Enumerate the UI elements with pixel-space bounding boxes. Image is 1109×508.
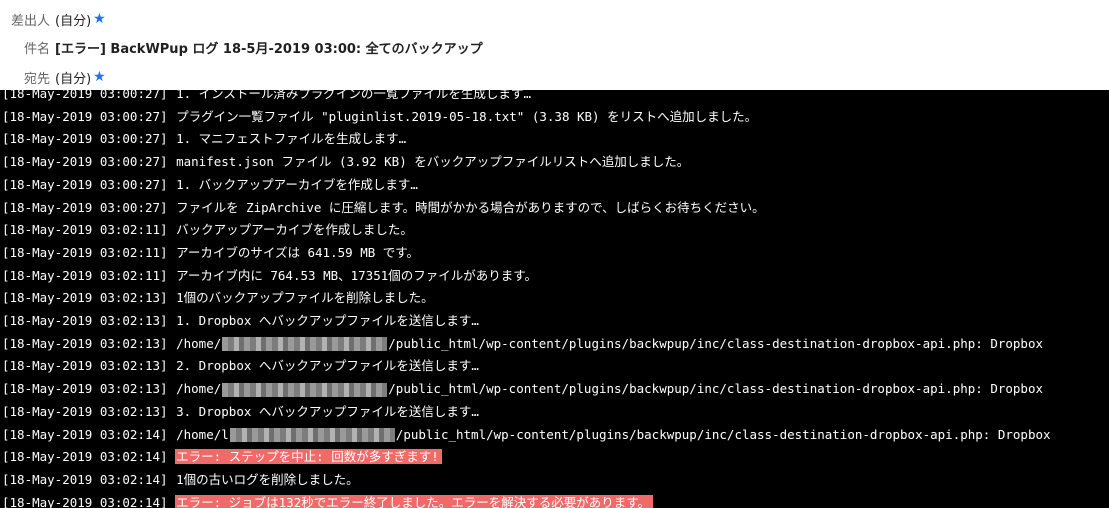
log-timestamp: [18-May-2019 03:00:27] <box>2 108 168 124</box>
log-message: アーカイブ内に 764.53 MB、17351個のファイルがあります。 <box>175 268 540 283</box>
log-line: [18-May-2019 03:02:14] /home/l/public_ht… <box>2 424 1054 446</box>
log-timestamp: [18-May-2019 03:02:13] <box>2 313 168 328</box>
log-output: [18-May-2019 03:00:27] 1. インストール済みプラグインの… <box>0 90 1109 508</box>
log-message: ファイルを ZipArchive に圧縮します。時間がかかる場合がありますので、… <box>175 200 768 215</box>
subject-row: 件名 [エラー] BackWPup ログ 18-5月-2019 03:00: 全… <box>0 36 483 58</box>
log-line: [18-May-2019 03:02:14] 1個の古いログを削除しました。 <box>2 469 362 491</box>
log-message: エラー: ステップを中止: 回数が多すぎます! <box>175 449 442 465</box>
log-message-text: 2. Dropbox へバックアップファイルを送信します… <box>176 358 479 374</box>
log-timestamp: [18-May-2019 03:02:14] <box>2 494 168 508</box>
log-message: エラー: ジョブは132秒でエラー終了しました。エラーを解決する必要があります。 <box>175 494 653 508</box>
log-message-text: 1. マニフェストファイルを生成します… <box>176 131 407 147</box>
from-label: 差出人 <box>10 13 50 29</box>
log-line: [18-May-2019 03:00:27] 1. インストール済みプラグインの… <box>2 90 534 105</box>
log-timestamp: [18-May-2019 03:00:27] <box>2 131 168 147</box>
from-row: 差出人 (自分) ★ <box>0 8 106 30</box>
log-message-text: 1. インストール済みプラグインの一覧ファイルを生成します… <box>176 90 531 101</box>
star-icon[interactable]: ★ <box>93 69 106 85</box>
redacted-path-block <box>229 428 395 442</box>
redacted-path-block <box>222 382 388 397</box>
log-line: [18-May-2019 03:00:27] 1. バックアップアーカイブを作成… <box>2 174 421 196</box>
log-line-error: [18-May-2019 03:02:14] エラー: ステップを中止: 回数が… <box>2 446 442 468</box>
from-value[interactable]: (自分) <box>55 10 91 29</box>
to-row: 宛先 (自分) ★ <box>0 66 106 88</box>
log-message: 1. インストール済みプラグインの一覧ファイルを生成します… <box>175 90 534 101</box>
log-line: [18-May-2019 03:02:11] アーカイブ内に 764.53 MB… <box>2 265 540 287</box>
log-line: [18-May-2019 03:02:13] 1. Dropbox へバックアッ… <box>2 310 482 332</box>
log-message-text: プラグイン一覧ファイル "pluginlist.2019-05-18.txt" … <box>176 108 758 124</box>
log-timestamp: [18-May-2019 03:02:14] <box>2 449 168 465</box>
log-line: [18-May-2019 03:02:11] アーカイブのサイズは 641.59… <box>2 242 422 264</box>
log-timestamp: [18-May-2019 03:02:14] <box>2 426 168 442</box>
log-message-text: 1個の古いログを削除しました。 <box>176 471 359 487</box>
log-timestamp: [18-May-2019 03:02:13] <box>2 403 168 419</box>
redacted-path-block <box>222 337 388 352</box>
log-message-text: アーカイブのサイズは 641.59 MB です。 <box>176 244 420 260</box>
to-label: 宛先 <box>23 71 50 87</box>
subject-label: 件名 <box>23 41 50 57</box>
log-timestamp: [18-May-2019 03:02:13] <box>2 358 168 374</box>
log-timestamp: [18-May-2019 03:02:13] <box>2 290 168 306</box>
log-timestamp: [18-May-2019 03:02:11] <box>2 222 168 238</box>
log-line: [18-May-2019 03:00:27] プラグイン一覧ファイル "plug… <box>2 106 760 128</box>
log-message: /home/ /public_html/wp-content/plugins/ba… <box>175 335 1046 352</box>
email-header: 差出人 (自分) ★ 件名 [エラー] BackWPup ログ 18-5月-20… <box>0 0 1109 90</box>
log-message-text: /home/ <box>176 381 222 397</box>
log-line: [18-May-2019 03:02:13] 3. Dropbox へバックアッ… <box>2 401 482 423</box>
log-message: アーカイブのサイズは 641.59 MB です。 <box>175 245 422 260</box>
log-message-text: アーカイブ内に 764.53 MB、17351個のファイルがあります。 <box>176 267 537 283</box>
subject-value: [エラー] BackWPup ログ 18-5月-2019 03:00: 全てのバ… <box>55 41 483 57</box>
log-message: 1. バックアップアーカイブを作成します… <box>175 177 421 192</box>
log-message: 1. Dropbox へバックアップファイルを送信します… <box>175 313 482 328</box>
log-timestamp: [18-May-2019 03:02:11] <box>2 244 168 260</box>
log-message-text: エラー: ジョブは132秒でエラー終了しました。エラーを解決する必要があります。 <box>176 494 650 508</box>
log-message: バックアップアーカイブを作成しました。 <box>175 222 416 237</box>
log-message: 2. Dropbox へバックアップファイルを送信します… <box>175 358 482 373</box>
log-message-text: manifest.json ファイル (3.92 KB) をバックアップファイル… <box>176 154 690 170</box>
log-message-text: /home/l <box>176 426 229 442</box>
log-message-path: /public_html/wp-content/plugins/backwpup… <box>395 426 1051 442</box>
log-message: 1. マニフェストファイルを生成します… <box>175 131 409 146</box>
log-message-text: ファイルを ZipArchive に圧縮します。時間がかかる場合がありますので、… <box>176 199 765 215</box>
log-message-path: /public_html/wp-content/plugins/backwpup… <box>388 381 1043 397</box>
log-message-text: エラー: ステップを中止: 回数が多すぎます! <box>176 449 439 465</box>
log-message: 1個の古いログを削除しました。 <box>175 472 362 487</box>
log-line: [18-May-2019 03:00:27] 1. マニフェストファイルを生成し… <box>2 128 409 150</box>
log-line: [18-May-2019 03:02:13] 1個のバックアップファイルを削除し… <box>2 287 437 309</box>
log-message: 1個のバックアップファイルを削除しました。 <box>175 290 437 305</box>
log-message-text: バックアップアーカイブを作成しました。 <box>176 222 413 238</box>
log-timestamp: [18-May-2019 03:00:27] <box>2 199 168 215</box>
log-line: [18-May-2019 03:02:13] /home/ /public_htm… <box>2 333 1046 355</box>
log-timestamp: [18-May-2019 03:00:27] <box>2 90 168 101</box>
log-timestamp: [18-May-2019 03:00:27] <box>2 176 168 192</box>
log-timestamp: [18-May-2019 03:02:13] <box>2 381 168 397</box>
log-message-text: 1. Dropbox へバックアップファイルを送信します… <box>176 313 479 328</box>
log-line: [18-May-2019 03:00:27] manifest.json ファイ… <box>2 151 692 173</box>
log-line: [18-May-2019 03:02:11] バックアップアーカイブを作成しまし… <box>2 219 416 241</box>
log-message: 3. Dropbox へバックアップファイルを送信します… <box>175 404 482 419</box>
log-line: [18-May-2019 03:00:27] ファイルを ZipArchive … <box>2 197 768 219</box>
log-message-text: 1個のバックアップファイルを削除しました。 <box>176 290 434 306</box>
log-message: プラグイン一覧ファイル "pluginlist.2019-05-18.txt" … <box>175 109 760 124</box>
log-message: manifest.json ファイル (3.92 KB) をバックアップファイル… <box>175 154 692 169</box>
star-icon[interactable]: ★ <box>93 11 106 27</box>
log-message: /home/l/public_html/wp-content/plugins/b… <box>175 427 1053 442</box>
log-timestamp: [18-May-2019 03:02:14] <box>2 471 168 487</box>
log-timestamp: [18-May-2019 03:02:13] <box>2 335 168 351</box>
log-timestamp: [18-May-2019 03:00:27] <box>2 154 168 170</box>
log-message-path: /public_html/wp-content/plugins/backwpup… <box>388 335 1043 351</box>
log-message-text: 3. Dropbox へバックアップファイルを送信します… <box>176 403 479 419</box>
log-line: [18-May-2019 03:02:13] 2. Dropbox へバックアッ… <box>2 355 482 377</box>
log-line-error: [18-May-2019 03:02:14] エラー: ジョブは132秒でエラー… <box>2 492 653 508</box>
to-value[interactable]: (自分) <box>55 68 91 87</box>
log-message-text: /home/ <box>176 335 222 351</box>
log-message-text: 1. バックアップアーカイブを作成します… <box>176 176 418 192</box>
log-line: [18-May-2019 03:02:13] /home/ /public_htm… <box>2 378 1046 400</box>
log-message: /home/ /public_html/wp-content/plugins/ba… <box>175 381 1046 397</box>
log-timestamp: [18-May-2019 03:02:11] <box>2 267 168 283</box>
